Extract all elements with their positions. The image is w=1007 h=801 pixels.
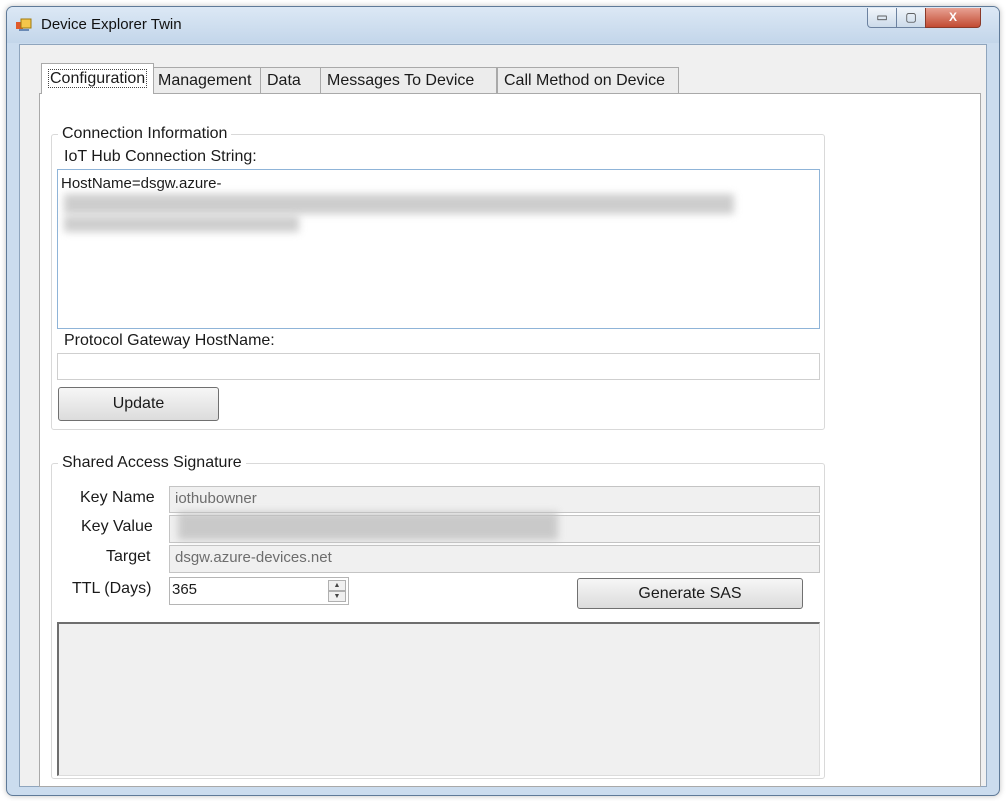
sas-group-label: Shared Access Signature bbox=[58, 454, 246, 472]
key-value-label: Key Value bbox=[81, 518, 153, 535]
conn-string-label: IoT Hub Connection String: bbox=[64, 148, 257, 165]
close-button[interactable]: X bbox=[925, 8, 981, 28]
tab-configuration[interactable]: Configuration bbox=[41, 63, 155, 94]
stepper-down-icon[interactable]: ▼ bbox=[328, 591, 346, 602]
title-bar[interactable]: Device Explorer Twin ▭ ▢ X bbox=[7, 7, 999, 43]
key-name-field[interactable]: iothubowner bbox=[169, 486, 820, 513]
gateway-label: Protocol Gateway HostName: bbox=[64, 332, 275, 349]
redacted-block bbox=[64, 194, 734, 214]
tab-label: Call Method on Device bbox=[504, 72, 665, 89]
tab-label: Data bbox=[267, 72, 301, 89]
tab-label: Messages To Device bbox=[327, 72, 475, 89]
ttl-value: 365 bbox=[172, 581, 198, 598]
tab-label: Configuration bbox=[48, 69, 148, 88]
tab-data[interactable]: Data bbox=[260, 67, 321, 93]
minimize-button[interactable]: ▭ bbox=[867, 8, 897, 28]
maximize-button[interactable]: ▢ bbox=[896, 8, 926, 28]
tab-label: Management bbox=[158, 72, 252, 89]
app-window: Device Explorer Twin ▭ ▢ X Configuration… bbox=[6, 6, 1000, 796]
redacted-block bbox=[178, 512, 558, 540]
ttl-stepper[interactable]: 365 ▲ ▼ bbox=[169, 577, 349, 605]
tab-messages-to-device[interactable]: Messages To Device bbox=[320, 67, 497, 93]
configuration-tab-page: Connection Information IoT Hub Connectio… bbox=[39, 93, 981, 787]
tab-management[interactable]: Management bbox=[151, 67, 261, 93]
app-icon bbox=[16, 18, 32, 31]
gateway-input[interactable] bbox=[57, 353, 820, 380]
window-title: Device Explorer Twin bbox=[41, 16, 182, 33]
redacted-block bbox=[64, 216, 299, 232]
target-label: Target bbox=[106, 548, 151, 565]
key-value-field[interactable] bbox=[169, 512, 820, 543]
generate-sas-button[interactable]: Generate SAS bbox=[577, 578, 803, 609]
conn-string-text: HostName=dsgw.azure- bbox=[61, 175, 222, 192]
conn-string-textarea[interactable]: HostName=dsgw.azure- bbox=[57, 169, 820, 329]
sas-output-textarea[interactable] bbox=[57, 622, 820, 776]
update-button[interactable]: Update bbox=[58, 387, 219, 421]
tab-call-method[interactable]: Call Method on Device bbox=[497, 67, 679, 93]
connection-info-label: Connection Information bbox=[58, 125, 232, 143]
client-area: Configuration Management Data Messages T… bbox=[19, 44, 987, 787]
ttl-label: TTL (Days) bbox=[72, 580, 152, 597]
target-field[interactable]: dsgw.azure-devices.net bbox=[169, 545, 820, 573]
key-name-label: Key Name bbox=[80, 489, 155, 506]
stepper-up-icon[interactable]: ▲ bbox=[328, 580, 346, 591]
